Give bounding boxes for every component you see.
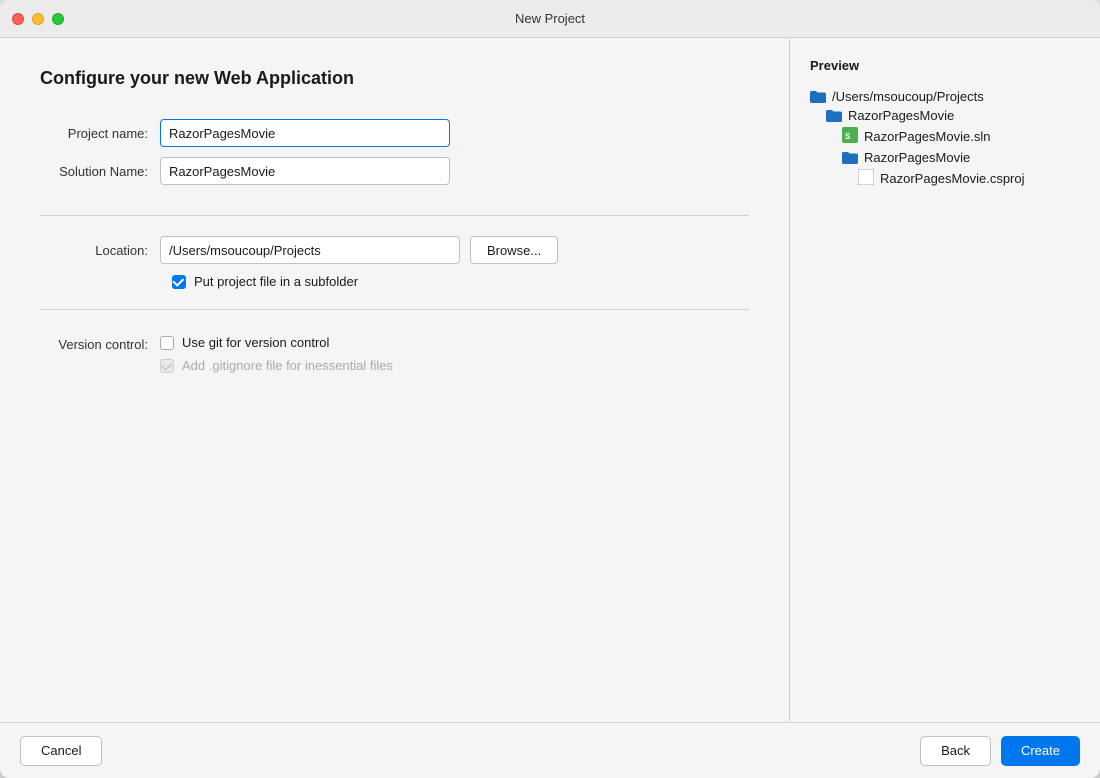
add-gitignore-row: Add .gitignore file for inessential file… (160, 358, 393, 373)
file-tree: /Users/msoucoup/Projects RazorPagesMovie (810, 89, 1080, 188)
subfolder-checkbox[interactable] (172, 275, 186, 289)
back-button[interactable]: Back (920, 736, 991, 766)
add-gitignore-checkbox (160, 359, 174, 373)
folder-icon (826, 109, 842, 122)
name-section: Project name: Solution Name: (40, 119, 749, 216)
location-input[interactable] (160, 236, 460, 264)
version-control-row: Version control: Use git for version con… (40, 335, 749, 373)
tree-item-project-folder: RazorPagesMovie (810, 108, 1080, 123)
project-name-input[interactable] (160, 119, 450, 147)
version-options: Use git for version control Add .gitigno… (160, 335, 393, 373)
location-row: Location: Browse... (40, 236, 749, 264)
subfolder-label: Put project file in a subfolder (194, 274, 358, 289)
maximize-button[interactable] (52, 13, 64, 25)
titlebar: New Project (0, 0, 1100, 38)
tree-csproj-label: RazorPagesMovie.csproj (880, 171, 1025, 186)
minimize-button[interactable] (32, 13, 44, 25)
tree-sln-label: RazorPagesMovie.sln (864, 129, 990, 144)
tree-item-csproj: RazorPagesMovie.csproj (810, 169, 1080, 188)
tree-subfolder-label: RazorPagesMovie (864, 150, 970, 165)
tree-item-subfolder: RazorPagesMovie (810, 150, 1080, 165)
solution-name-row: Solution Name: (40, 157, 749, 185)
use-git-label: Use git for version control (182, 335, 329, 350)
solution-name-label: Solution Name: (40, 164, 160, 179)
main-panel: Configure your new Web Application Proje… (0, 38, 790, 722)
preview-panel: Preview /Users/msoucoup/Projects (790, 38, 1100, 722)
solution-name-input[interactable] (160, 157, 450, 185)
svg-text:S: S (845, 132, 851, 141)
project-name-label: Project name: (40, 126, 160, 141)
preview-title: Preview (810, 58, 1080, 73)
csproj-icon (858, 169, 874, 188)
content-area: Configure your new Web Application Proje… (0, 38, 1100, 722)
window-title: New Project (515, 11, 585, 26)
version-control-label: Version control: (40, 335, 160, 352)
version-control-section: Version control: Use git for version con… (40, 330, 749, 373)
tree-item-sln: S RazorPagesMovie.sln (810, 127, 1080, 146)
window: New Project Configure your new Web Appli… (0, 0, 1100, 778)
browse-button[interactable]: Browse... (470, 236, 558, 264)
location-label: Location: (40, 243, 160, 258)
cancel-button[interactable]: Cancel (20, 736, 102, 766)
project-name-row: Project name: (40, 119, 749, 147)
add-gitignore-label: Add .gitignore file for inessential file… (182, 358, 393, 373)
subfolder-row: Put project file in a subfolder (172, 274, 749, 289)
traffic-lights (12, 13, 64, 25)
folder-icon (842, 151, 858, 164)
sln-icon: S (842, 127, 858, 146)
tree-root-label: /Users/msoucoup/Projects (832, 89, 984, 104)
use-git-checkbox[interactable] (160, 336, 174, 350)
footer: Cancel Back Create (0, 722, 1100, 778)
close-button[interactable] (12, 13, 24, 25)
tree-item-root: /Users/msoucoup/Projects (810, 89, 1080, 104)
page-title: Configure your new Web Application (40, 68, 749, 89)
folder-icon (810, 90, 826, 103)
create-button[interactable]: Create (1001, 736, 1080, 766)
use-git-row: Use git for version control (160, 335, 393, 350)
location-section: Location: Browse... Put project file in … (40, 236, 749, 310)
tree-project-folder-label: RazorPagesMovie (848, 108, 954, 123)
